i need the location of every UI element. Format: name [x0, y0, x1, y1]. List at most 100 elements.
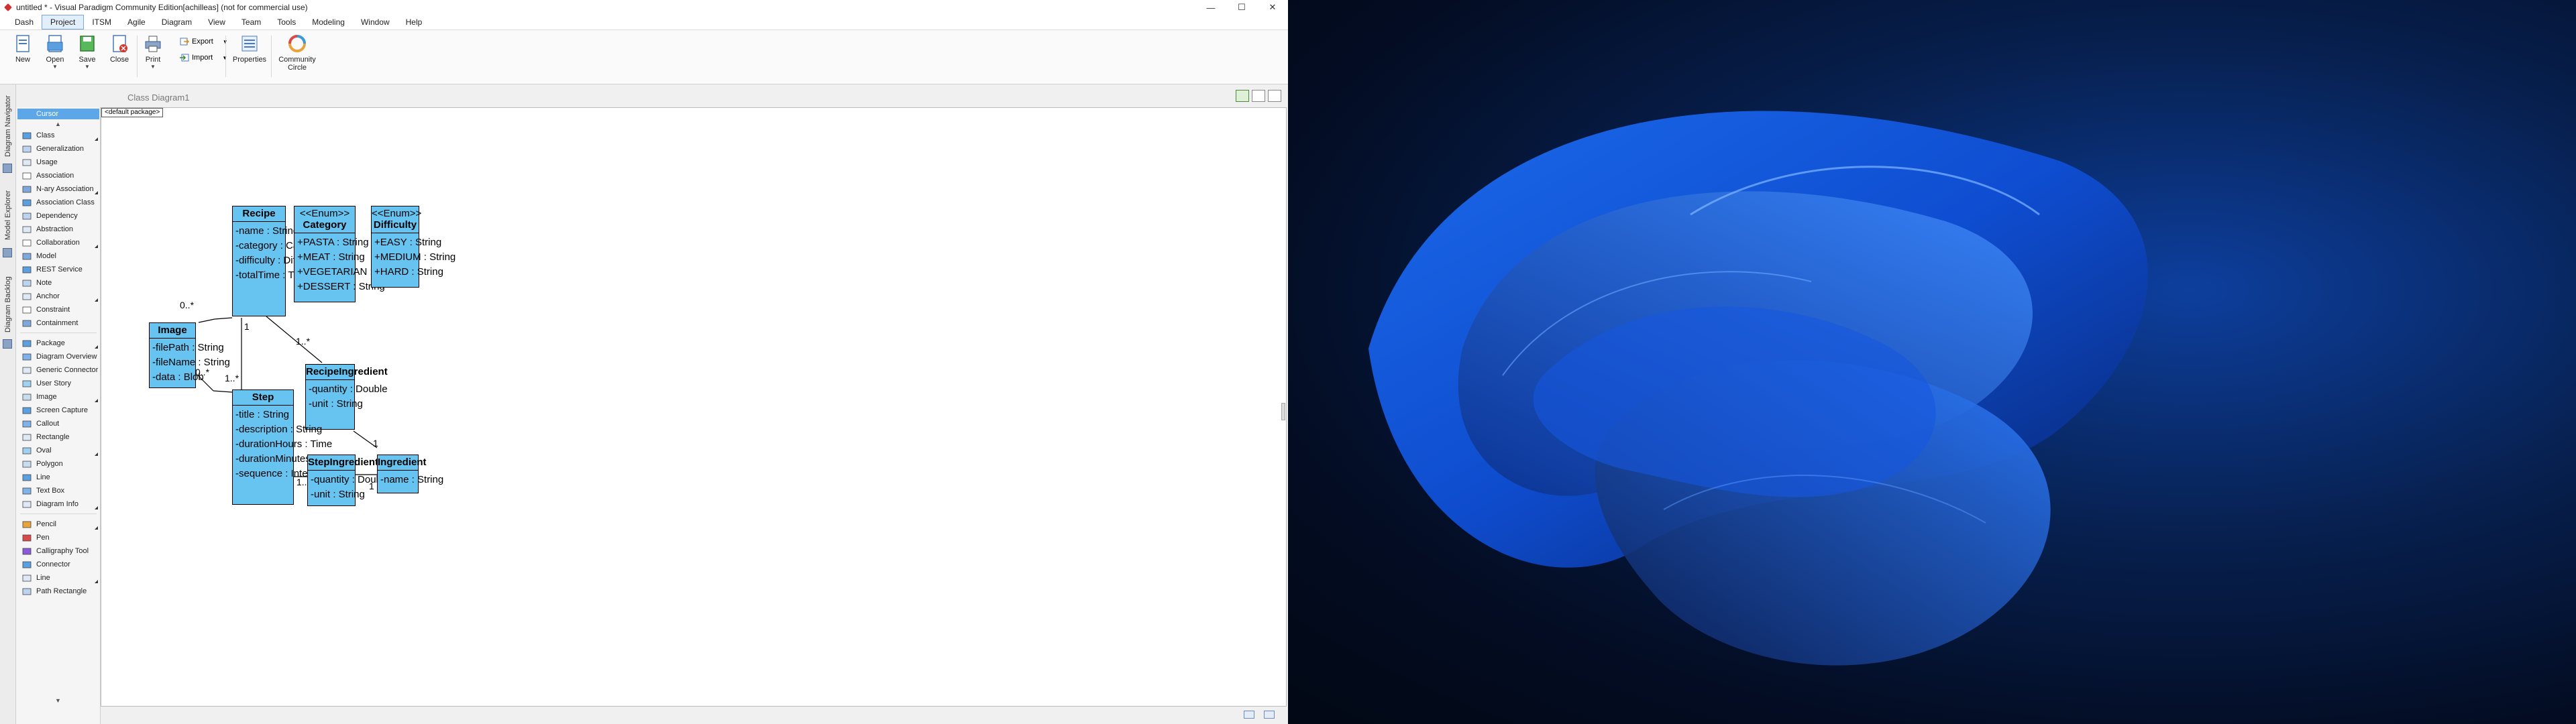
palette-item-calligraphy-tool[interactable]: Calligraphy Tool	[17, 544, 99, 558]
tab-model-explorer[interactable]: Model Explorer	[1, 185, 15, 245]
diagram-title[interactable]: Class Diagram1	[127, 93, 189, 103]
menu-modeling[interactable]: Modeling	[304, 15, 353, 29]
line-image-recipe[interactable]	[214, 317, 233, 320]
class-recipe[interactable]: Recipe -name : String -category : Catego…	[232, 206, 327, 316]
attribute[interactable]: -category : Category	[235, 239, 327, 253]
palette-item-user-story[interactable]: User Story	[17, 377, 99, 390]
palette-item-association-class[interactable]: Association Class	[17, 196, 99, 209]
palette-item-association[interactable]: Association	[17, 169, 99, 182]
palette-item-path-rectangle[interactable]: Path Rectangle	[17, 585, 99, 598]
attribute[interactable]: -quantity : Double	[311, 473, 390, 487]
palette-item-class[interactable]: Class	[17, 129, 99, 142]
menu-project[interactable]: Project	[42, 15, 85, 29]
more-options-icon[interactable]	[95, 345, 98, 349]
attribute[interactable]: -difficulty : Difficulty	[235, 253, 321, 268]
scroll-down-icon[interactable]: ▼	[55, 697, 61, 704]
community-circle-button[interactable]: Community Circle	[274, 34, 321, 77]
palette-item-pen[interactable]: Pen	[17, 531, 99, 544]
menu-dash[interactable]: Dash	[7, 15, 42, 29]
diagram-canvas[interactable]: <default package> 0..* 1 1 1..* 0..* 1..…	[101, 107, 1287, 707]
attribute[interactable]: -unit : String	[309, 397, 363, 412]
palette-item-pencil[interactable]: Pencil	[17, 518, 99, 531]
chevron-down-icon[interactable]: ▼	[52, 64, 58, 70]
enum-literal[interactable]: +VEGETARIAN : String	[297, 265, 402, 280]
diagram-navigator-icon[interactable]	[3, 164, 12, 173]
print-button[interactable]: Print ▼	[138, 34, 168, 77]
palette-item-package[interactable]: Package	[17, 337, 99, 350]
palette-item-oval[interactable]: Oval	[17, 444, 99, 457]
attribute[interactable]: -quantity : Double	[309, 382, 388, 397]
chevron-down-icon[interactable]: ▼	[85, 64, 90, 70]
menu-diagram[interactable]: Diagram	[154, 15, 200, 29]
tab-diagram-backlog[interactable]: Diagram Backlog	[1, 272, 15, 337]
chevron-down-icon[interactable]: ▼	[150, 64, 156, 70]
document-icon[interactable]	[1264, 711, 1275, 719]
palette-item-model[interactable]: Model	[17, 249, 99, 263]
more-options-icon[interactable]	[95, 580, 98, 583]
palette-item-line[interactable]: Line	[17, 571, 99, 585]
enum-category[interactable]: <<Enum>> Category +PASTA : String +MEAT …	[294, 206, 402, 302]
palette-item-note[interactable]: Note	[17, 276, 99, 290]
close-window-button[interactable]: ✕	[1257, 0, 1288, 15]
model-explorer-icon[interactable]	[3, 248, 12, 257]
class-recipe-ingredient[interactable]: RecipeIngredient -quantity : Double -uni…	[305, 364, 388, 430]
class-ingredient[interactable]: Ingredient -name : String	[377, 455, 443, 493]
palette-item-text-box[interactable]: Text Box	[17, 484, 99, 497]
more-options-icon[interactable]	[95, 298, 98, 302]
menu-team[interactable]: Team	[233, 15, 269, 29]
palette-item-connector[interactable]: Connector	[17, 558, 99, 571]
enum-literal[interactable]: +DESSERT : String	[297, 280, 385, 294]
palette-item-polygon[interactable]: Polygon	[17, 457, 99, 471]
palette-item-abstraction[interactable]: Abstraction	[17, 223, 99, 236]
line-recipe-recipeingredient[interactable]	[266, 316, 323, 363]
palette-item-rest-service[interactable]: REST Service	[17, 263, 99, 276]
attribute[interactable]: -sequence : Integer	[235, 467, 322, 481]
class-step[interactable]: Step -title : String -description : Stri…	[232, 389, 341, 505]
palette-item-generic-connector[interactable]: Generic Connector	[17, 363, 99, 377]
palette-item-dependency[interactable]: Dependency	[17, 209, 99, 223]
palette-item-containment[interactable]: Containment	[17, 316, 99, 330]
sync-icon[interactable]	[1236, 90, 1249, 102]
layout-icon[interactable]	[1252, 90, 1265, 102]
enum-difficulty[interactable]: <<Enum>> Difficulty +EASY : String +MEDI…	[371, 206, 455, 288]
menu-itsm[interactable]: ITSM	[84, 15, 119, 29]
attribute[interactable]: -durationHours : Time	[235, 437, 332, 452]
attribute[interactable]: -filePath : String	[152, 341, 224, 355]
menu-view[interactable]: View	[200, 15, 233, 29]
more-options-icon[interactable]	[95, 245, 98, 248]
palette-item-screen-capture[interactable]: Screen Capture	[17, 404, 99, 417]
line-image-step[interactable]	[213, 390, 233, 393]
palette-item-anchor[interactable]: Anchor	[17, 290, 99, 303]
open-button[interactable]: Open ▼	[40, 34, 70, 77]
new-button[interactable]: New	[8, 34, 38, 77]
enum-literal[interactable]: +MEAT : String	[297, 250, 365, 265]
scroll-up-icon[interactable]: ▲	[55, 121, 61, 127]
maximize-button[interactable]: ☐	[1226, 0, 1257, 15]
attribute[interactable]: -description : String	[235, 422, 322, 437]
close-button[interactable]: Close	[105, 34, 134, 77]
attribute[interactable]: -name : String	[380, 473, 443, 487]
more-options-icon[interactable]	[95, 452, 98, 456]
palette-item-rectangle[interactable]: Rectangle	[17, 430, 99, 444]
menu-window[interactable]: Window	[353, 15, 398, 29]
diagram-backlog-icon[interactable]	[3, 339, 12, 349]
palette-item-callout[interactable]: Callout	[17, 417, 99, 430]
palette-item-generalization[interactable]: Generalization	[17, 142, 99, 156]
import-button[interactable]: Import ▼	[180, 50, 227, 65]
more-options-icon[interactable]	[95, 506, 98, 509]
properties-button[interactable]: Properties	[232, 34, 267, 77]
menu-tools[interactable]: Tools	[269, 15, 304, 29]
more-options-icon[interactable]	[95, 526, 98, 530]
attribute[interactable]: -durationMinutes : Time	[235, 452, 341, 467]
palette-item-collaboration[interactable]: Collaboration	[17, 236, 99, 249]
class-step-ingredient[interactable]: StepIngredient -quantity : Double -unit …	[307, 455, 390, 506]
palette-item-constraint[interactable]: Constraint	[17, 303, 99, 316]
more-options-icon[interactable]	[95, 191, 98, 194]
enum-literal[interactable]: +PASTA : String	[297, 235, 369, 250]
menu-agile[interactable]: Agile	[119, 15, 154, 29]
line-image-recipe[interactable]	[198, 318, 215, 323]
save-button[interactable]: Save ▼	[72, 34, 102, 77]
palette-item-n-ary-association[interactable]: N-ary Association	[17, 182, 99, 196]
attribute[interactable]: -title : String	[235, 408, 290, 422]
attribute[interactable]: -unit : String	[311, 487, 365, 502]
